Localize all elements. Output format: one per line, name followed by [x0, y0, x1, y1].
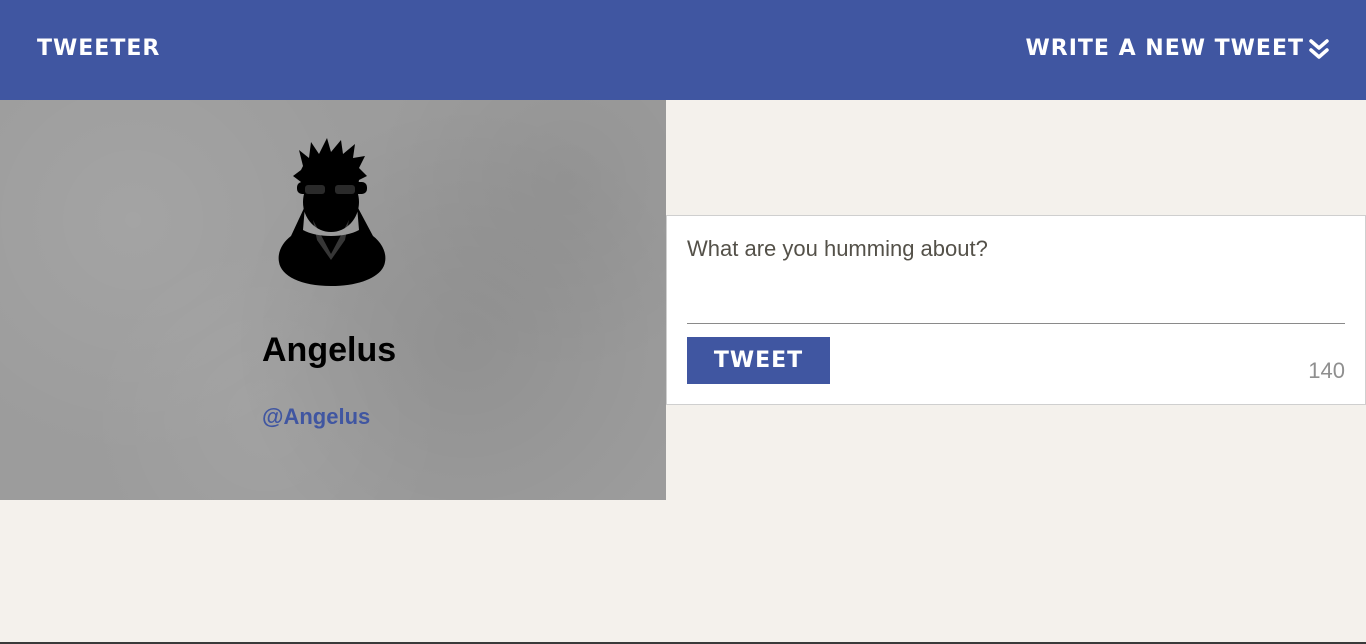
new-tweet-composer: Tweet 140: [666, 215, 1366, 405]
user-avatar-icon: [278, 138, 386, 286]
profile-handle: @Angelus: [262, 404, 371, 429]
write-new-tweet-label: Write a new tweet: [1025, 36, 1304, 61]
tweet-text-input[interactable]: [687, 234, 1345, 324]
double-chevron-down-icon: [1309, 39, 1329, 59]
write-new-tweet-button[interactable]: Write a new tweet: [1026, 34, 1330, 64]
top-navbar: Tweeter Write a new tweet: [0, 0, 1366, 100]
profile-banner: Angelus @Angelus: [0, 100, 666, 500]
profile-name: Angelus: [262, 331, 397, 369]
character-counter: 140: [1308, 358, 1345, 383]
tweet-submit-button[interactable]: Tweet: [687, 337, 830, 384]
brand-logo[interactable]: Tweeter: [37, 34, 160, 64]
